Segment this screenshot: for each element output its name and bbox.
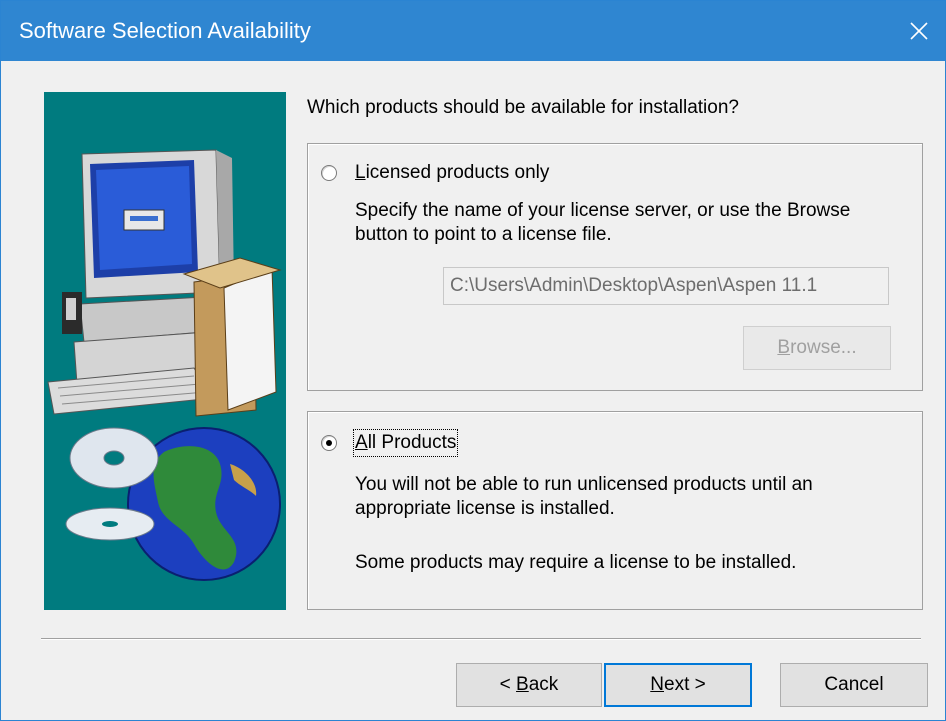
page-question: Which products should be available for i… <box>307 97 739 118</box>
computer-and-globe-icon <box>47 149 282 581</box>
browse-button[interactable]: Browse... <box>743 326 891 370</box>
licensed-products-description: Specify the name of your license server,… <box>355 200 851 245</box>
cancel-button[interactable]: Cancel <box>780 663 928 707</box>
close-button[interactable] <box>893 1 945 61</box>
all-products-description: You will not be able to run unlicensed p… <box>355 474 813 519</box>
all-products-radio[interactable] <box>321 435 337 451</box>
all-products-option[interactable]: All Products <box>321 429 459 457</box>
title-bar[interactable]: Software Selection Availability <box>1 1 945 61</box>
wizard-side-illustration <box>44 92 286 610</box>
licensed-products-label: Licensed products only <box>355 162 550 183</box>
back-button[interactable]: < Back <box>456 663 602 707</box>
next-button[interactable]: Next > <box>604 663 752 707</box>
window-title: Software Selection Availability <box>19 18 311 43</box>
close-icon <box>910 22 928 40</box>
licensed-products-radio[interactable] <box>321 165 337 181</box>
licensed-products-option[interactable]: Licensed products only <box>321 161 549 185</box>
all-products-label: All Products <box>352 429 459 457</box>
license-required-note: Some products may require a license to b… <box>355 552 797 573</box>
footer-divider <box>41 638 921 640</box>
license-path-field[interactable]: C:\Users\Admin\Desktop\Aspen\Aspen 11.1 <box>443 267 889 305</box>
dialog-window: Software Selection Availability Which pr… <box>0 0 946 721</box>
